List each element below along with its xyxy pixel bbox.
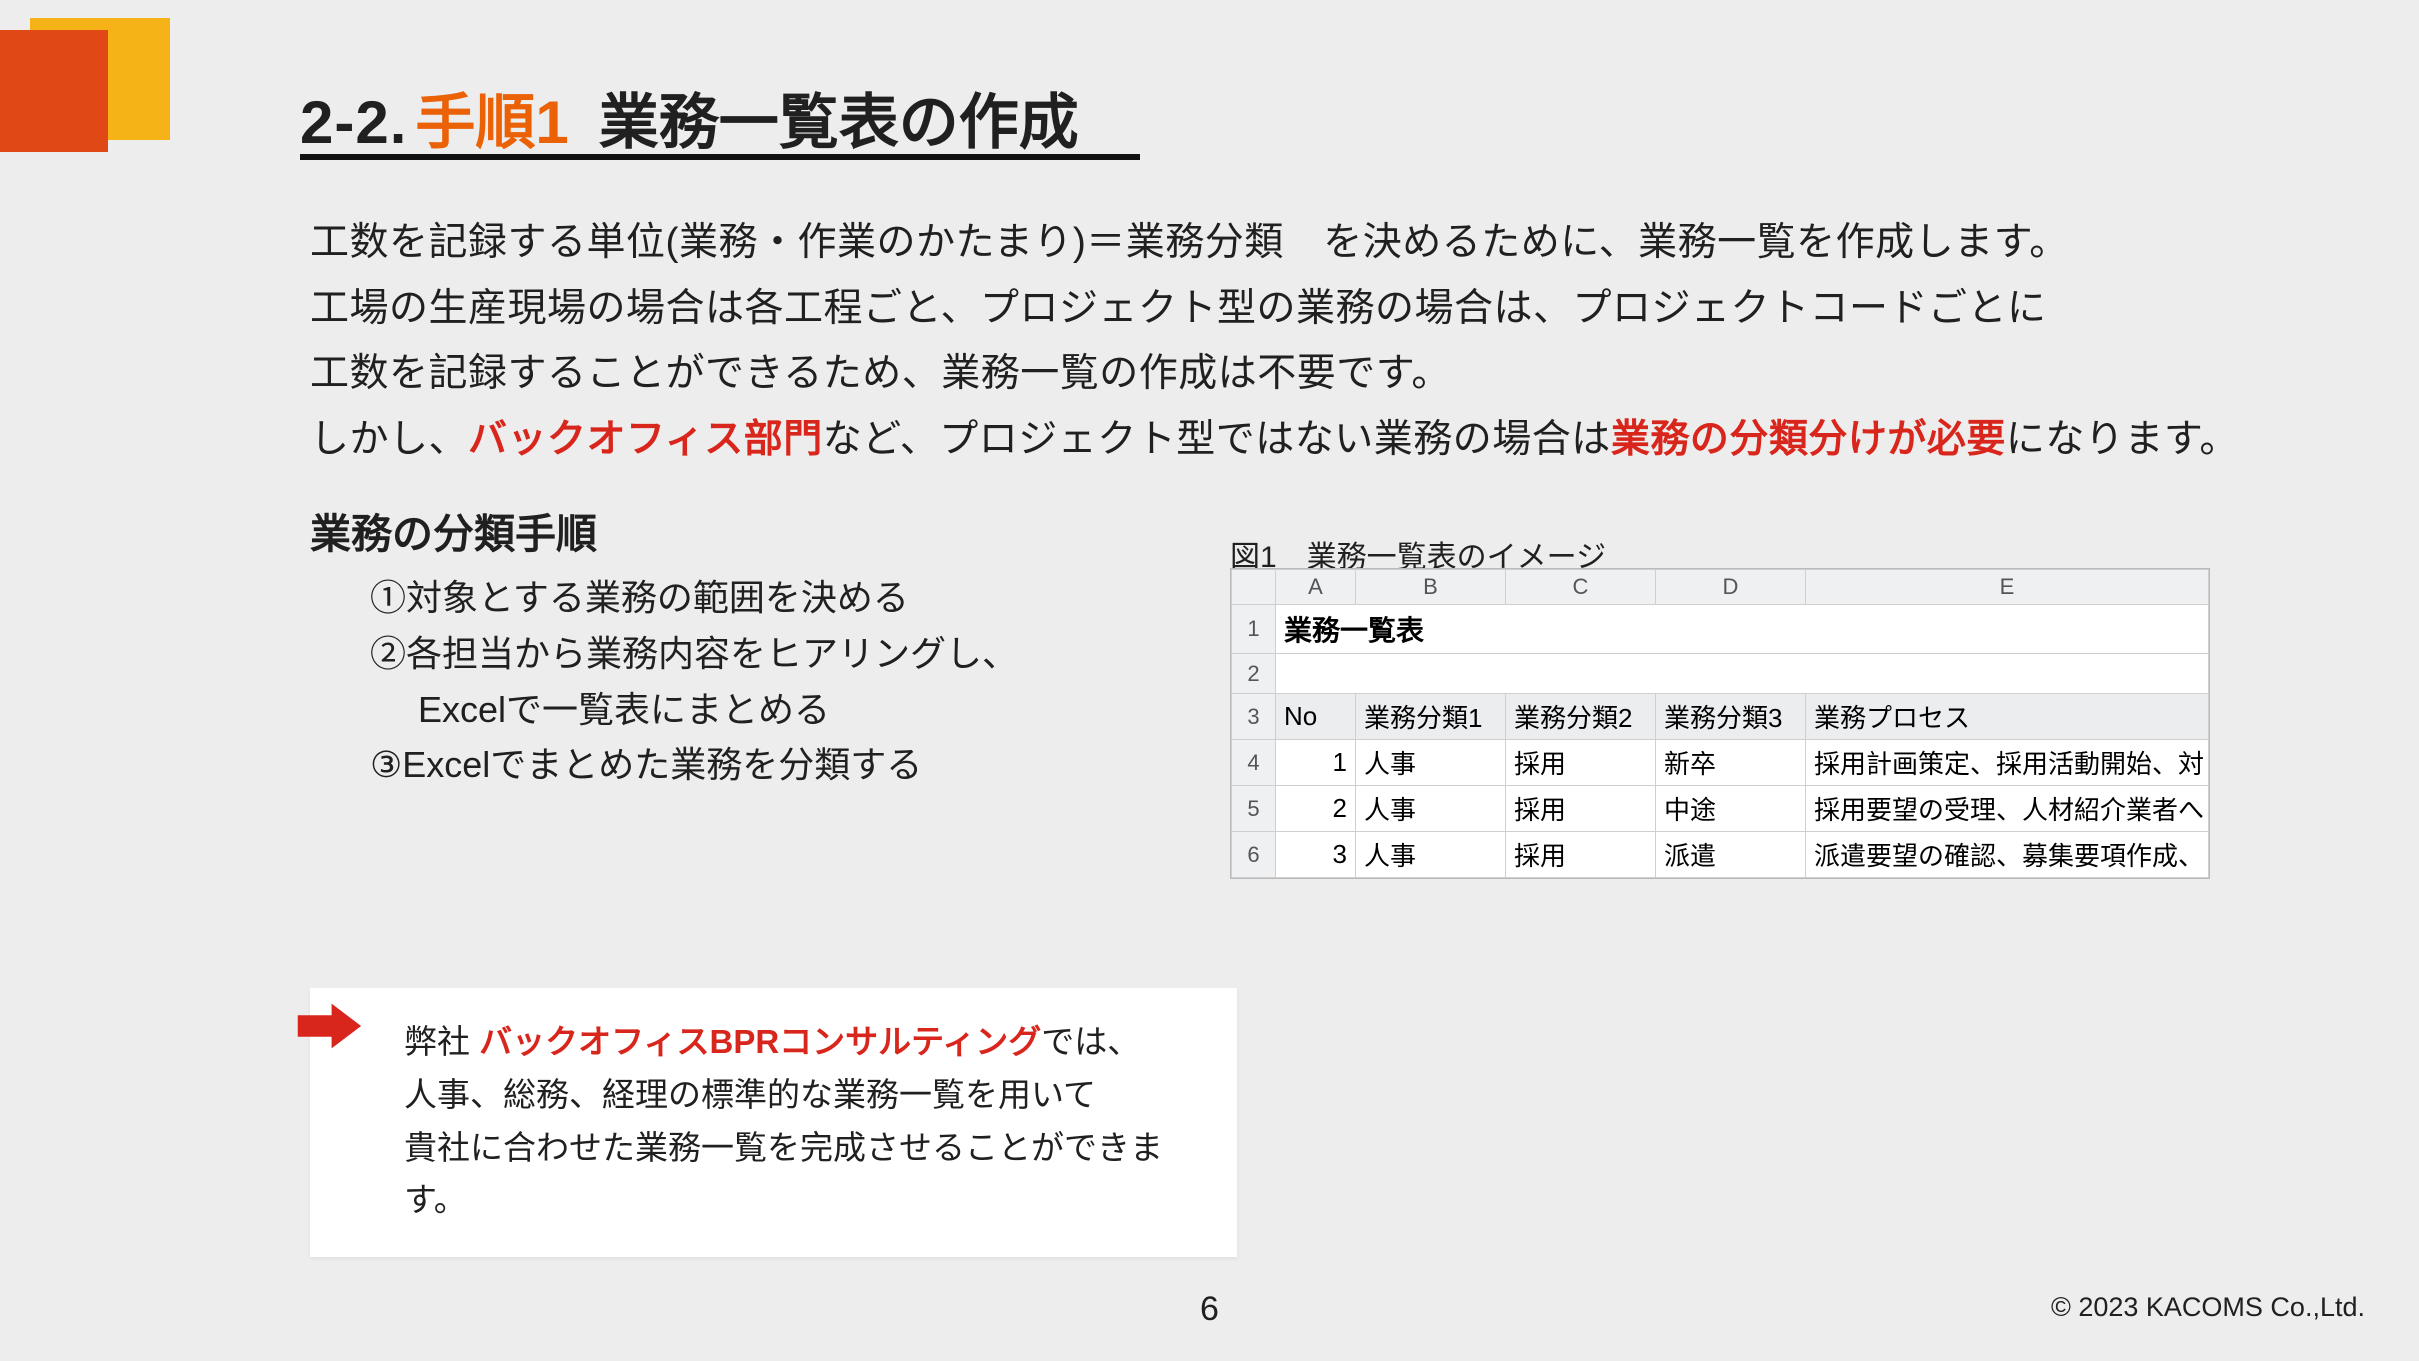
body-p4b: など、プロジェクト型ではない業務の場合は (823, 418, 1611, 461)
excel-rownum: 6 (1232, 832, 1276, 878)
callout-hl: バックオフィスBPRコンサルティング (479, 1023, 1041, 1060)
excel-cell-cat3: 派遣 (1656, 832, 1806, 878)
excel-row-4: 4 1 人事 採用 新卒 採用計画策定、採用活動開始、対 (1232, 740, 2209, 786)
excel-cell-proc: 採用要望の受理、人材紹介業者へ (1806, 786, 2209, 832)
step-2: ②各担当から業務内容をヒアリングし、 (370, 626, 1018, 682)
title-underline (300, 154, 1140, 160)
excel-rownum: 3 (1232, 694, 1276, 740)
excel-cell-no: 1 (1276, 740, 1356, 786)
excel-header-cat3: 業務分類3 (1656, 694, 1806, 740)
excel-col-E: E (1806, 570, 2209, 605)
pointing-hand-icon (292, 998, 364, 1054)
excel-header-cat2: 業務分類2 (1506, 694, 1656, 740)
excel-rownum: 5 (1232, 786, 1276, 832)
excel-empty-row (1276, 654, 2209, 694)
excel-row-2: 2 (1232, 654, 2209, 694)
body-hl1: バックオフィス部門 (468, 418, 823, 461)
excel-cell-cat3: 新卒 (1656, 740, 1806, 786)
excel-header-proc: 業務プロセス (1806, 694, 2209, 740)
steps-list: ①対象とする業務の範囲を決める ②各担当から業務内容をヒアリングし、 Excel… (370, 570, 1018, 793)
subheading: 業務の分類手順 (310, 500, 597, 560)
excel-row-3: 3 No 業務分類1 業務分類2 業務分類3 業務プロセス (1232, 694, 2209, 740)
callout-line1: 弊社 バックオフィスBPRコンサルティングでは、 (404, 1016, 1203, 1069)
accent-block-orange (0, 30, 108, 152)
body-p3: 工数を記録することができるため、業務一覧の作成は不要です。 (310, 341, 2260, 407)
excel-cell-cat1: 人事 (1356, 832, 1506, 878)
slide: 2-2. 手順1 業務一覧表の作成 工数を記録する単位(業務・作業のかたまり)＝… (0, 0, 2419, 1361)
body-p2: 工場の生産現場の場合は各工程ごと、プロジェクト型の業務の場合は、プロジェクトコー… (310, 276, 2260, 342)
excel-row-6: 6 3 人事 採用 派遣 派遣要望の確認、募集要項作成、 (1232, 832, 2209, 878)
title-step: 手順1 (415, 74, 568, 161)
slide-title: 2-2. 手順1 業務一覧表の作成 (300, 74, 1079, 161)
excel-col-C: C (1506, 570, 1656, 605)
excel-col-D: D (1656, 570, 1806, 605)
excel-cell-no: 2 (1276, 786, 1356, 832)
excel-cell-cat2: 採用 (1506, 786, 1656, 832)
excel-row-5: 5 2 人事 採用 中途 採用要望の受理、人材紹介業者へ (1232, 786, 2209, 832)
body-text: 工数を記録する単位(業務・作業のかたまり)＝業務分類 を決めるために、業務一覧を… (310, 210, 2260, 472)
callout-line3: 貴社に合わせた業務一覧を完成させることができます。 (404, 1122, 1203, 1228)
excel-column-header-row: A B C D E (1232, 570, 2209, 605)
excel-cell-cat1: 人事 (1356, 786, 1506, 832)
excel-corner (1232, 570, 1276, 605)
excel-cell-cat1: 人事 (1356, 740, 1506, 786)
body-hl2: 業務の分類分けが必要 (1611, 418, 2006, 461)
excel-cell-no: 3 (1276, 832, 1356, 878)
body-p4c: になります。 (2006, 418, 2239, 461)
title-prefix: 2-2. (300, 88, 407, 157)
callout-t1b: では、 (1041, 1023, 1140, 1060)
callout-box: 弊社 バックオフィスBPRコンサルティングでは、 人事、総務、経理の標準的な業務… (310, 988, 1237, 1257)
body-p1: 工数を記録する単位(業務・作業のかたまり)＝業務分類 を決めるために、業務一覧を… (310, 210, 2260, 276)
callout-t1: 弊社 (404, 1023, 479, 1060)
excel-table-title: 業務一覧表 (1276, 605, 2209, 654)
excel-cell-cat2: 採用 (1506, 740, 1656, 786)
excel-col-A: A (1276, 570, 1356, 605)
title-main: 業務一覧表の作成 (599, 74, 1079, 161)
copyright: © 2023 KACOMS Co.,Ltd. (2051, 1292, 2365, 1323)
excel-header-no: No (1276, 694, 1356, 740)
body-p4: しかし、バックオフィス部門など、プロジェクト型ではない業務の場合は業務の分類分け… (310, 407, 2260, 473)
excel-row-1: 1 業務一覧表 (1232, 605, 2209, 654)
excel-rownum: 2 (1232, 654, 1276, 694)
excel-cell-cat2: 採用 (1506, 832, 1656, 878)
excel-cell-cat3: 中途 (1656, 786, 1806, 832)
excel-sample-image: A B C D E 1 業務一覧表 2 3 No 業務分類1 業務分類2 業務分… (1230, 568, 2210, 879)
excel-cell-proc: 派遣要望の確認、募集要項作成、 (1806, 832, 2209, 878)
excel-rownum: 1 (1232, 605, 1276, 654)
callout-line2: 人事、総務、経理の標準的な業務一覧を用いて (404, 1069, 1203, 1122)
step-3: ③Excelでまとめた業務を分類する (370, 737, 1018, 793)
step-1: ①対象とする業務の範囲を決める (370, 570, 1018, 626)
step-2b: Excelで一覧表にまとめる (370, 682, 1018, 738)
excel-header-cat1: 業務分類1 (1356, 694, 1506, 740)
excel-cell-proc: 採用計画策定、採用活動開始、対 (1806, 740, 2209, 786)
excel-rownum: 4 (1232, 740, 1276, 786)
excel-col-B: B (1356, 570, 1506, 605)
body-p4a: しかし、 (310, 418, 468, 461)
